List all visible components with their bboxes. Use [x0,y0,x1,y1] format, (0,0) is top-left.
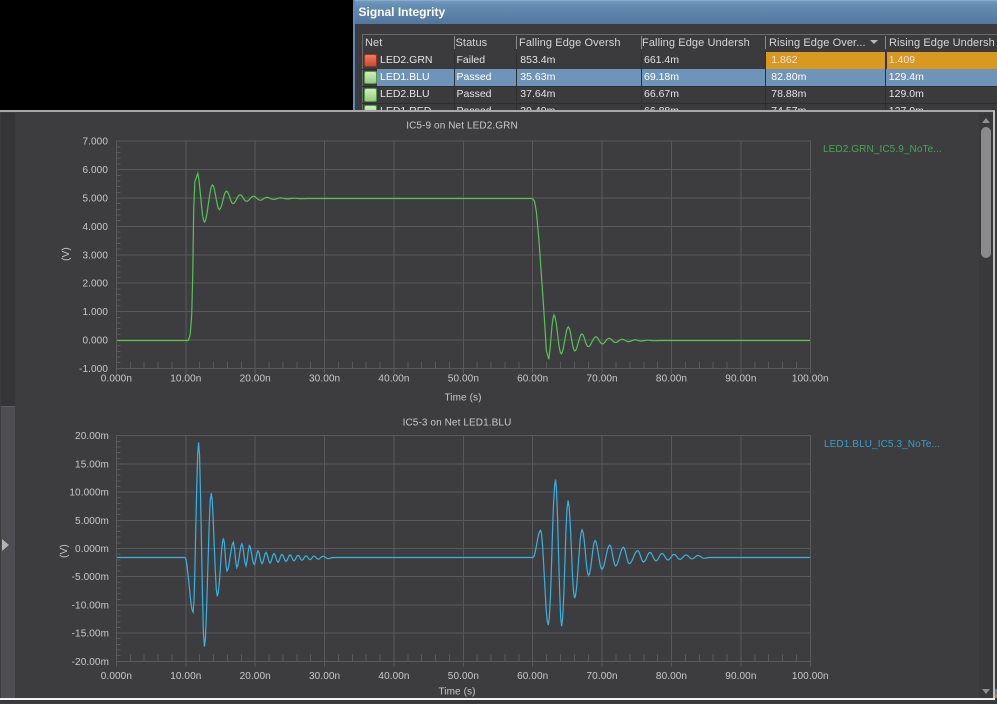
svg-text:-5.000m: -5.000m [72,572,109,583]
svg-text:30.00n: 30.00n [309,671,340,682]
svg-text:10.00n: 10.00n [170,671,201,682]
svg-text:80.00n: 80.00n [656,374,687,385]
svg-text:10.00n: 10.00n [170,374,201,385]
svg-text:LED2.GRN_IC5.9_NoTe...: LED2.GRN_IC5.9_NoTe... [823,144,942,155]
svg-text:3.000: 3.000 [82,250,108,261]
svg-text:IC5-9 on Net LED2.GRN: IC5-9 on Net LED2.GRN [406,121,518,132]
svg-text:5.000m: 5.000m [75,516,109,527]
svg-text:IC5-3 on Net LED1.BLU: IC5-3 on Net LED1.BLU [403,418,512,429]
svg-text:LED1.BLU_IC5.3_NoTe...: LED1.BLU_IC5.3_NoTe... [824,439,940,450]
svg-text:-20.00m: -20.00m [72,657,109,668]
svg-text:6.000: 6.000 [82,165,108,176]
svg-text:15.00m: 15.00m [75,459,109,470]
svg-text:90.00n: 90.00n [725,374,756,385]
svg-text:80.00n: 80.00n [656,671,687,682]
svg-text:100.00n: 100.00n [792,374,829,385]
svg-text:0.000: 0.000 [82,336,108,347]
svg-text:0.000n: 0.000n [101,374,132,385]
svg-text:Time (s): Time (s) [444,393,481,404]
svg-text:1.000: 1.000 [82,307,108,318]
svg-text:20.00m: 20.00m [75,431,109,442]
svg-text:30.00n: 30.00n [309,374,340,385]
svg-text:4.000: 4.000 [82,222,108,233]
svg-text:(V): (V) [59,544,70,558]
svg-text:70.00n: 70.00n [587,671,618,682]
svg-text:50.00n: 50.00n [448,671,479,682]
svg-text:2.000: 2.000 [82,279,108,290]
svg-text:-15.00m: -15.00m [72,629,109,640]
svg-text:10.000m: 10.000m [69,488,109,499]
svg-text:70.00n: 70.00n [587,374,618,385]
svg-text:40.00n: 40.00n [378,374,409,385]
svg-text:Time (s): Time (s) [438,687,475,698]
svg-text:20.00n: 20.00n [240,374,271,385]
svg-text:50.00n: 50.00n [448,374,479,385]
svg-text:40.00n: 40.00n [378,671,409,682]
svg-text:60.00n: 60.00n [517,374,548,385]
svg-text:0.000n: 0.000n [101,671,132,682]
svg-text:100.00n: 100.00n [792,671,829,682]
svg-text:0.000m: 0.000m [75,544,109,555]
svg-text:-10.00m: -10.00m [72,600,109,611]
svg-text:20.00n: 20.00n [240,671,271,682]
svg-text:60.00n: 60.00n [517,671,548,682]
svg-text:(V): (V) [61,247,72,261]
svg-text:90.00n: 90.00n [725,671,756,682]
svg-text:7.000: 7.000 [82,137,108,148]
svg-text:5.000: 5.000 [82,194,108,205]
